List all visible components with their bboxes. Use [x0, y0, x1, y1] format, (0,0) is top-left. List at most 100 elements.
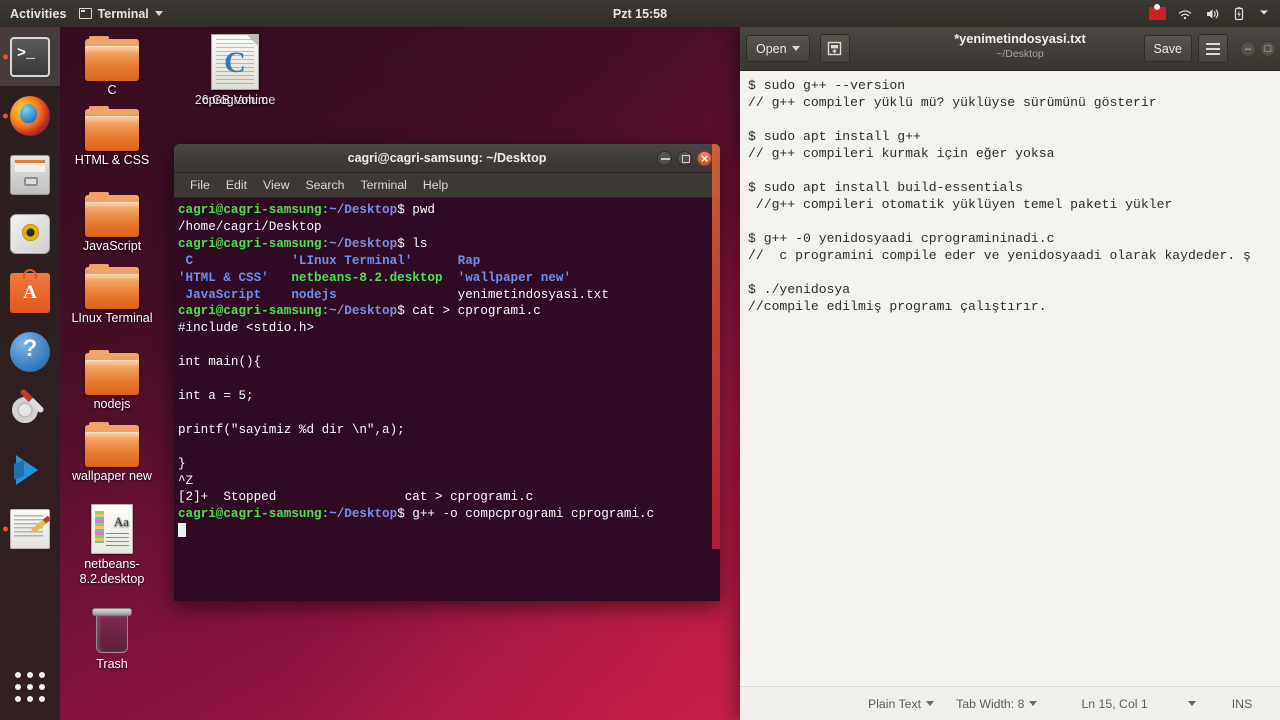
- desktop-icon-label: netbeans-8.2.desktop: [79, 557, 145, 586]
- close-button[interactable]: [697, 150, 712, 167]
- dock-item-files[interactable]: [0, 145, 60, 204]
- gedit-headerbar[interactable]: Open *yenimetindosyasi.txt ~/Desktop Sav…: [740, 27, 1280, 71]
- activities-button[interactable]: Activities: [0, 7, 79, 21]
- desktop-icon-html-css[interactable]: HTML & CSS: [64, 106, 160, 168]
- gedit-window[interactable]: Open *yenimetindosyasi.txt ~/Desktop Sav…: [740, 27, 1280, 720]
- dock-item-gedit[interactable]: [0, 499, 60, 558]
- clock[interactable]: Pzt 15:58: [0, 7, 1280, 21]
- folder-icon: [85, 106, 139, 151]
- desktop-icon-netbeans-desktop[interactable]: netbeans-8.2.desktop: [64, 504, 160, 587]
- gedit-text-area[interactable]: $ sudo g++ --version // g++ compiler yük…: [740, 71, 1280, 688]
- desktop-icon-javascript[interactable]: JavaScript: [64, 192, 160, 254]
- dock-item-terminal[interactable]: [0, 27, 60, 86]
- save-button-label: Save: [1153, 41, 1183, 56]
- language-selector[interactable]: Plain Text: [868, 696, 935, 711]
- desktop-icon-label: Trash: [96, 657, 128, 671]
- dock-item-settings[interactable]: [0, 381, 60, 440]
- chevron-down-icon: [926, 701, 935, 706]
- dock-item-help[interactable]: [0, 322, 60, 381]
- desktop-icon-label: JavaScript: [82, 239, 142, 253]
- terminal-title-text: cagri@cagri-samsung: ~/Desktop: [347, 151, 547, 165]
- desktop-icon-wallpaper-new[interactable]: wallpaper new: [64, 422, 160, 484]
- text-file-icon: [91, 504, 133, 554]
- tab-width-selector[interactable]: Tab Width: 8: [956, 696, 1038, 711]
- chevron-down-icon: [154, 11, 163, 16]
- save-button[interactable]: Save: [1143, 35, 1192, 62]
- desktop-icon-label-back: 26 GB Volume: [194, 93, 276, 107]
- running-indicator-dot: [3, 526, 8, 531]
- terminal-titlebar[interactable]: cagri@cagri-samsung: ~/Desktop: [174, 144, 720, 173]
- gedit-icon: [10, 508, 50, 549]
- desktop-icon-label: nodejs: [93, 397, 131, 411]
- volume-icon[interactable]: [1204, 6, 1220, 22]
- files-icon: [10, 154, 50, 195]
- firefox-icon: [10, 95, 50, 136]
- unity-launcher-dock[interactable]: [0, 27, 60, 720]
- vscode-icon: [10, 450, 50, 490]
- desktop-icon-label: C: [107, 83, 117, 97]
- maximize-button[interactable]: [1260, 40, 1276, 57]
- chevron-down-icon: [791, 46, 800, 51]
- folder-icon: [85, 422, 139, 467]
- insert-mode-label: INS: [1231, 696, 1253, 711]
- dock-item-rhythmbox[interactable]: [0, 204, 60, 263]
- open-button-label: Open: [756, 41, 787, 56]
- running-indicator-dot: [3, 54, 8, 59]
- gnome-top-bar: Activities Terminal Pzt 15:58: [0, 0, 1280, 27]
- wifi-icon[interactable]: [1177, 6, 1193, 22]
- ubuntu-software-icon: [10, 268, 50, 313]
- terminal-scrollbar[interactable]: [712, 144, 720, 549]
- app-menu-button[interactable]: Terminal: [78, 6, 163, 21]
- dock-item-firefox[interactable]: [0, 86, 60, 145]
- chevron-down-icon[interactable]: [1187, 701, 1196, 706]
- new-document-icon: [827, 41, 842, 56]
- terminal-icon: [78, 8, 92, 19]
- minimize-button[interactable]: [657, 150, 672, 166]
- screen-record-icon[interactable]: [1149, 7, 1166, 20]
- desktop-icon-linux-terminal[interactable]: LInux Terminal: [64, 264, 160, 326]
- trash-icon: [90, 608, 134, 654]
- terminal-output[interactable]: cagri@cagri-samsung:~/Desktop$ pwd /home…: [174, 198, 720, 601]
- folder-icon: [85, 36, 139, 81]
- menu-edit[interactable]: Edit: [218, 173, 255, 197]
- new-document-button[interactable]: [819, 34, 850, 63]
- gedit-window-buttons: [1240, 40, 1280, 57]
- app-menu-label: Terminal: [97, 6, 149, 21]
- menu-terminal[interactable]: Terminal: [352, 173, 414, 197]
- maximize-button[interactable]: [677, 150, 692, 166]
- menu-file[interactable]: File: [182, 173, 218, 197]
- settings-icon: [10, 391, 50, 431]
- running-indicator-dot: [3, 113, 8, 118]
- terminal-icon: [10, 36, 50, 77]
- open-button[interactable]: Open: [746, 35, 810, 62]
- chevron-down-icon[interactable]: [1258, 6, 1274, 22]
- cursor-position-label: Ln 15, Col 1: [1081, 696, 1148, 711]
- hamburger-menu-icon[interactable]: [1198, 34, 1228, 63]
- desktop-icon-nodejs[interactable]: nodejs: [64, 350, 160, 412]
- menu-view[interactable]: View: [255, 173, 297, 197]
- c-source-file-icon: C: [211, 34, 259, 90]
- dock-item-software[interactable]: [0, 263, 60, 322]
- menu-search[interactable]: Search: [297, 173, 352, 197]
- menu-help[interactable]: Help: [415, 173, 456, 197]
- language-label: Plain Text: [868, 696, 922, 711]
- folder-icon: [85, 264, 139, 309]
- show-applications-grid-icon[interactable]: [0, 662, 60, 712]
- desktop-icon-cprogrami-c[interactable]: C cprogrami.c 26 GB Volume: [187, 34, 283, 108]
- dock-item-vscode[interactable]: [0, 440, 60, 499]
- cursor-position: Ln 15, Col 1: [1081, 697, 1147, 711]
- desktop-icon-c[interactable]: C: [64, 36, 160, 98]
- help-icon: [10, 331, 50, 372]
- gedit-statusbar: Plain Text Tab Width: 8 Ln 15, Col 1 INS: [740, 686, 1280, 720]
- rhythmbox-icon: [10, 213, 50, 254]
- system-tray: [1149, 0, 1276, 27]
- terminal-window[interactable]: cagri@cagri-samsung: ~/Desktop File Edit…: [174, 144, 720, 601]
- battery-icon[interactable]: [1231, 6, 1247, 22]
- minimize-button[interactable]: [1240, 40, 1256, 57]
- desktop-icon-trash[interactable]: Trash: [64, 608, 160, 672]
- desktop-icon-label: HTML & CSS: [74, 153, 150, 167]
- folder-icon: [85, 350, 139, 395]
- desktop-icon-label: LInux Terminal: [71, 311, 153, 325]
- desktop-icon-label: wallpaper new: [72, 469, 152, 483]
- tab-width-label: Tab Width: 8: [956, 696, 1025, 711]
